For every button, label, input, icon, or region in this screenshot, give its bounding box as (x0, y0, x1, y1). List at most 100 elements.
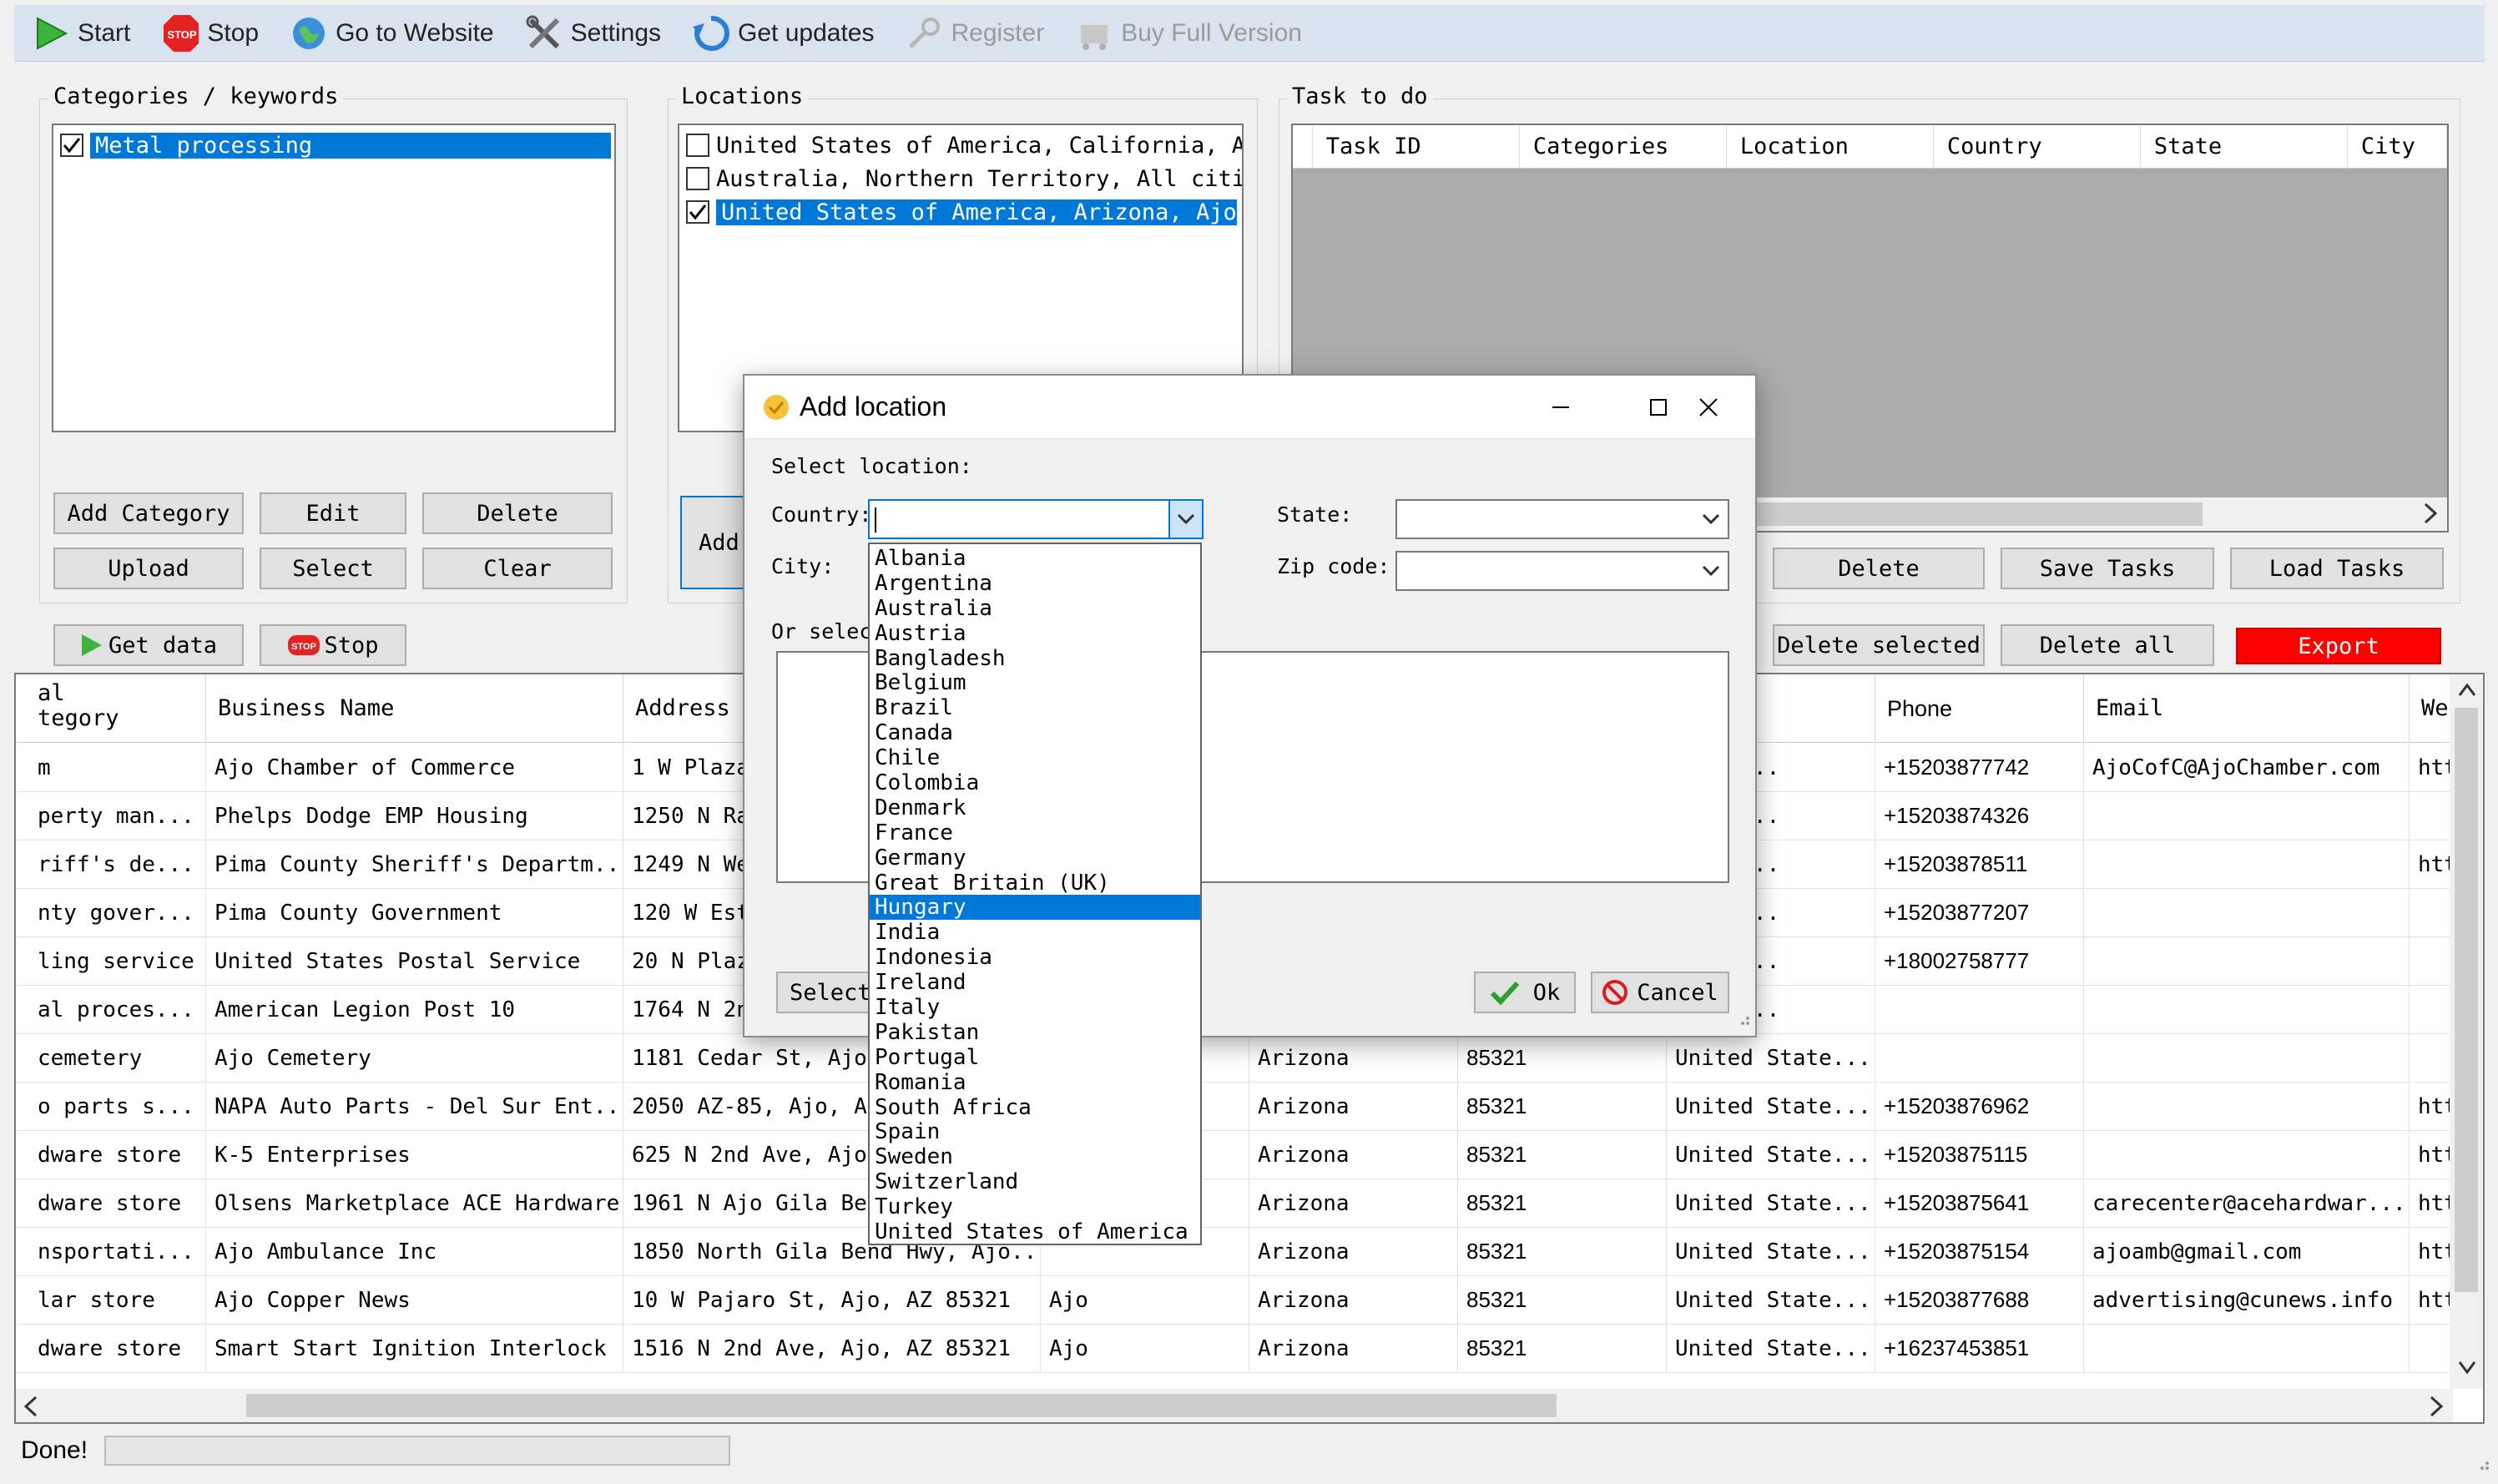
start-button[interactable]: Start (33, 15, 130, 52)
country-option[interactable]: Brazil (870, 695, 1200, 720)
table-cell[interactable]: Arizona (1249, 1083, 1458, 1130)
table-cell[interactable]: United State... (1667, 1179, 1875, 1227)
table-cell[interactable]: ling service (16, 937, 206, 985)
location-item[interactable]: United States of America, Arizona, Ajo, … (679, 195, 1242, 229)
results-vscrollbar[interactable] (2450, 674, 2483, 1389)
table-cell[interactable]: 85321 (1458, 1083, 1667, 1130)
table-cell[interactable]: Ajo (1041, 1325, 1249, 1372)
country-option[interactable]: Albania (870, 546, 1200, 571)
table-cell[interactable]: +15203875154 (1875, 1228, 2084, 1275)
country-option[interactable]: Pakistan (870, 1020, 1200, 1045)
column-header[interactable]: City (2348, 125, 2447, 168)
clear-button[interactable]: Clear (422, 548, 613, 589)
country-option[interactable]: Bangladesh (870, 646, 1200, 671)
table-cell[interactable] (2084, 1083, 2410, 1130)
stop-button[interactable]: STOP Stop (162, 14, 259, 52)
table-cell[interactable]: United State... (1667, 1034, 1875, 1082)
table-cell[interactable]: Arizona (1249, 1131, 1458, 1179)
table-cell[interactable]: carecenter@acehardwar... (2084, 1179, 2410, 1227)
table-cell[interactable]: Arizona (1249, 1276, 1458, 1324)
table-cell[interactable]: ajoamb@gmail.com (2084, 1228, 2410, 1275)
table-cell[interactable] (2084, 1325, 2410, 1372)
country-option[interactable]: Spain (870, 1119, 1200, 1145)
category-item[interactable]: Metal processing (53, 129, 614, 162)
country-option[interactable]: Romania (870, 1070, 1200, 1095)
categories-list[interactable]: Metal processing (52, 124, 616, 432)
table-cell[interactable]: Pima County Sheriff's Departm... (206, 840, 623, 888)
table-cell[interactable]: perty man... (16, 792, 206, 840)
country-option[interactable]: Canada (870, 720, 1200, 745)
column-header[interactable]: Email (2084, 674, 2410, 742)
table-cell[interactable]: Arizona (1249, 1228, 1458, 1275)
table-cell[interactable]: +15203875641 (1875, 1179, 2084, 1227)
edit-category-button[interactable]: Edit (260, 492, 406, 534)
table-cell[interactable]: Arizona (1249, 1325, 1458, 1372)
country-option[interactable]: Argentina (870, 571, 1200, 596)
get-updates-button[interactable]: Get updates (693, 15, 874, 52)
table-cell[interactable]: advertising@cunews.info (2084, 1276, 2410, 1324)
table-cell[interactable]: United State... (1667, 1083, 1875, 1130)
save-tasks-button[interactable]: Save Tasks (2001, 548, 2214, 589)
chevron-down-icon[interactable] (1694, 553, 1728, 589)
go-to-website-button[interactable]: Go to Website (290, 15, 494, 52)
country-option[interactable]: Turkey (870, 1194, 1200, 1219)
country-option[interactable]: France (870, 820, 1200, 845)
add-location-button[interactable]: Add (680, 496, 747, 589)
country-option[interactable]: Chile (870, 745, 1200, 770)
table-cell[interactable]: Pima County Government (206, 889, 623, 936)
country-option[interactable]: South Africa (870, 1095, 1200, 1120)
table-cell[interactable]: 85321 (1458, 1034, 1667, 1082)
table-row[interactable]: dware store Smart Start Ignition Interloc… (16, 1325, 2468, 1373)
location-item[interactable]: United States of America, California, At… (679, 129, 1242, 162)
table-cell[interactable]: 10 W Pajaro St, Ajo, AZ 85321 (623, 1276, 1041, 1324)
table-cell[interactable]: NAPA Auto Parts - Del Sur Ent... (206, 1083, 623, 1130)
upload-button[interactable]: Upload (53, 548, 244, 589)
table-cell[interactable]: riff's de... (16, 840, 206, 888)
table-cell[interactable]: K-5 Enterprises (206, 1131, 623, 1179)
delete-task-button[interactable]: Delete (1773, 548, 1985, 589)
table-cell[interactable]: nsportati... (16, 1228, 206, 1275)
table-cell[interactable]: 85321 (1458, 1228, 1667, 1275)
ok-button[interactable]: Ok (1474, 972, 1576, 1013)
get-data-button[interactable]: Get data (53, 624, 244, 666)
table-cell[interactable]: Phelps Dodge EMP Housing (206, 792, 623, 840)
cancel-button[interactable]: Cancel (1591, 972, 1729, 1013)
table-cell[interactable] (2084, 889, 2410, 936)
minimize-icon[interactable] (1512, 376, 1609, 439)
chevron-right-icon[interactable] (2422, 501, 2439, 531)
table-row[interactable]: dware store K-5 Enterprises 625 N 2nd Ave,… (16, 1131, 2468, 1179)
delete-selected-button[interactable]: Delete selected (1773, 624, 1985, 666)
column-header[interactable]: Location (1727, 125, 1934, 168)
country-option[interactable]: Italy (870, 995, 1200, 1020)
table-cell[interactable] (1875, 1034, 2084, 1082)
chevron-down-icon[interactable] (2458, 1356, 2476, 1381)
table-cell[interactable]: +16237453851 (1875, 1325, 2084, 1372)
table-cell[interactable]: nty gover... (16, 889, 206, 936)
scroll-thumb[interactable] (246, 1394, 1557, 1417)
column-header[interactable]: Country (1934, 125, 2141, 168)
delete-category-button[interactable]: Delete (422, 492, 613, 534)
table-cell[interactable]: Ajo (1041, 1276, 1249, 1324)
table-cell[interactable] (2084, 1034, 2410, 1082)
chevron-left-icon[interactable] (23, 1394, 39, 1422)
table-cell[interactable]: +15203875115 (1875, 1131, 2084, 1179)
country-option[interactable]: Great Britain (UK) (870, 871, 1200, 896)
table-cell[interactable]: American Legion Post 10 (206, 986, 623, 1033)
close-icon[interactable] (1660, 376, 1757, 439)
chevron-down-icon[interactable] (1168, 501, 1202, 538)
register-button[interactable]: Register (906, 15, 1044, 52)
table-cell[interactable]: m (16, 744, 206, 791)
table-row[interactable]: nsportati... Ajo Ambulance Inc 1850 North … (16, 1228, 2468, 1276)
table-cell[interactable]: dware store (16, 1131, 206, 1179)
table-row[interactable]: cemetery Ajo Cemetery 1181 Cedar St, Ajo, A… (16, 1034, 2468, 1083)
table-cell[interactable]: United State... (1667, 1228, 1875, 1275)
buy-full-version-button[interactable]: Buy Full Version (1076, 15, 1302, 52)
column-header[interactable]: Business Name (206, 674, 623, 742)
table-cell[interactable] (2084, 1131, 2410, 1179)
table-cell[interactable]: 1516 N 2nd Ave, Ajo, AZ 85321 (623, 1325, 1041, 1372)
table-cell[interactable]: +18002758777 (1875, 937, 2084, 985)
scroll-thumb[interactable] (2455, 708, 2478, 1292)
table-cell[interactable]: Arizona (1249, 1179, 1458, 1227)
select-button[interactable]: Select (260, 548, 406, 589)
country-option[interactable]: Sweden (870, 1144, 1200, 1169)
